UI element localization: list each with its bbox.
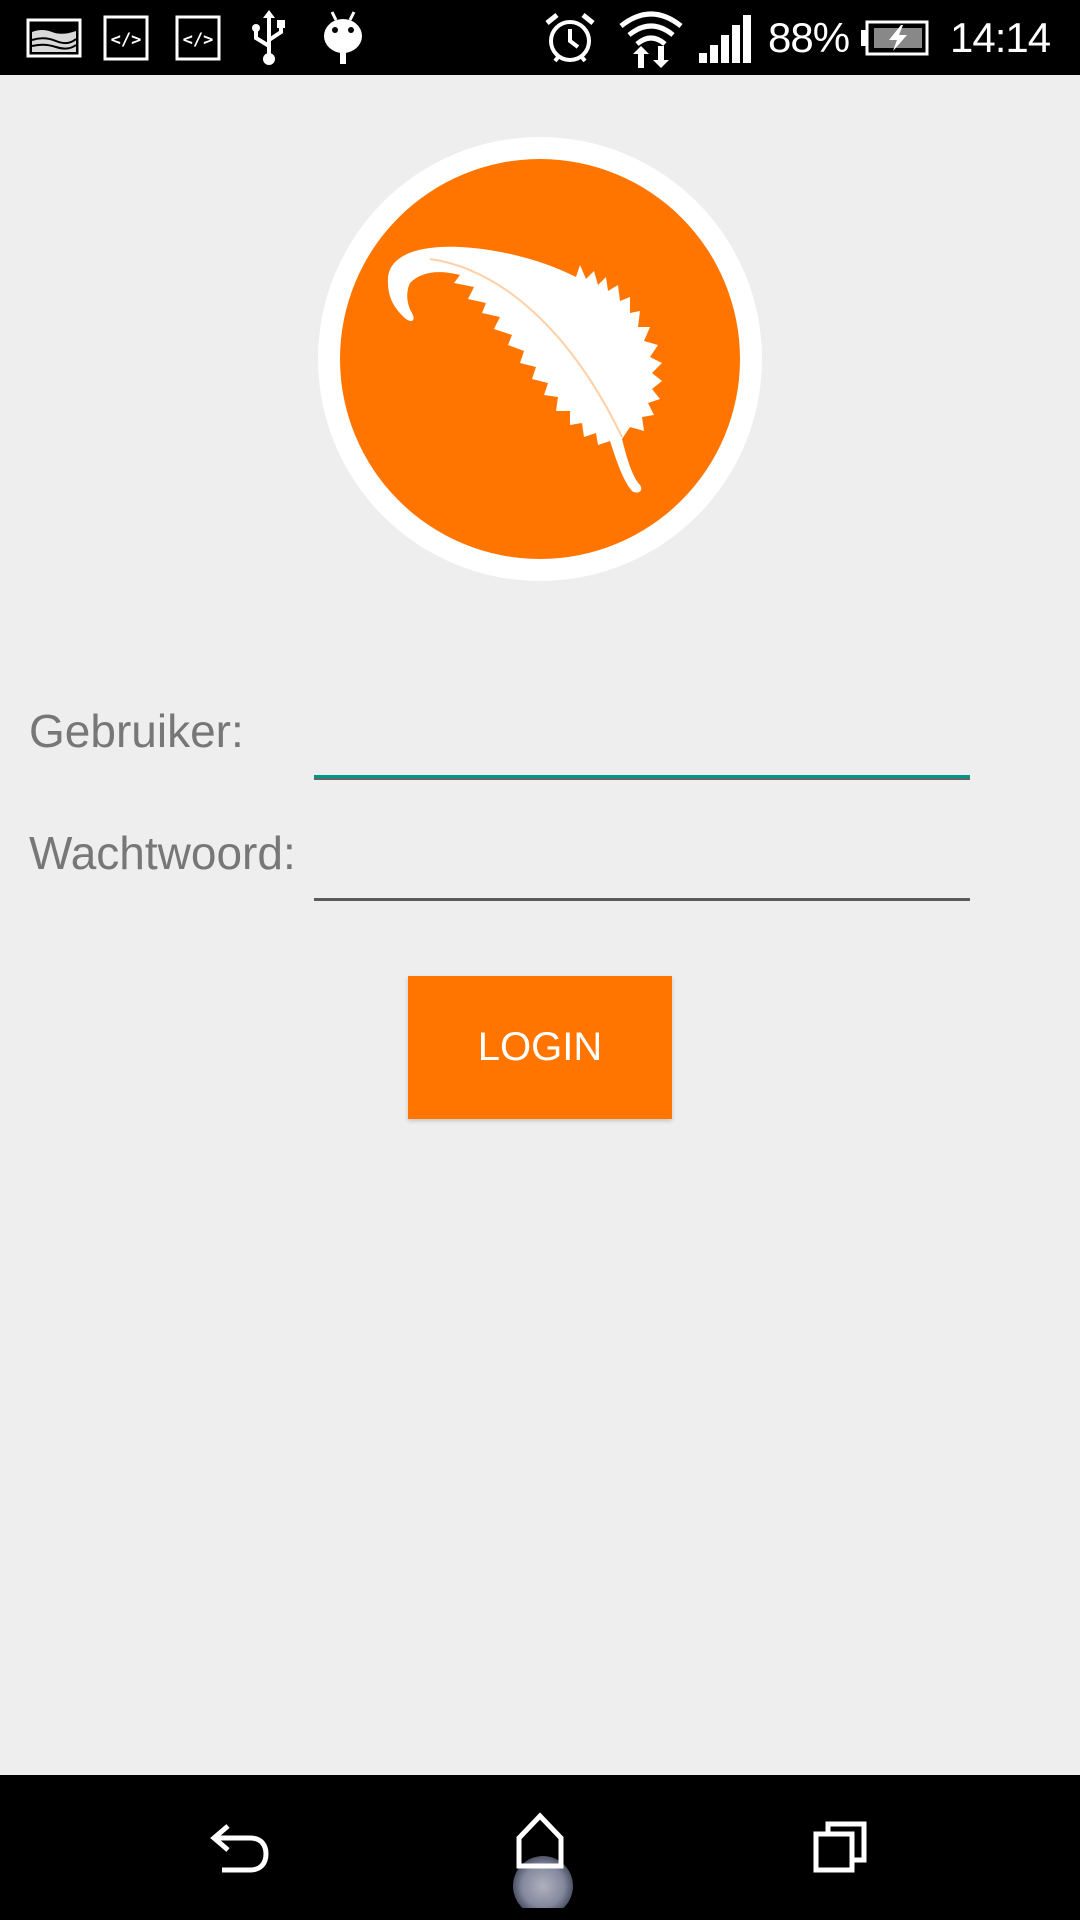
- feather-icon: [387, 246, 662, 493]
- svg-text:</>: </>: [183, 30, 214, 50]
- svg-text:</>: </>: [111, 30, 142, 50]
- username-input[interactable]: [314, 706, 970, 776]
- password-label: Wachtwoord:: [29, 827, 296, 879]
- logo-circle: [340, 159, 740, 559]
- wifi-icon: [618, 10, 684, 68]
- screenshot-icon: [25, 10, 83, 66]
- signal-icon: [696, 10, 756, 66]
- username-label: Gebruiker:: [29, 705, 244, 757]
- clock: 14:14: [950, 14, 1051, 61]
- app-logo: [318, 137, 762, 581]
- alarm-icon: [542, 10, 598, 66]
- password-underline: [314, 898, 970, 901]
- usb-icon: [244, 10, 294, 66]
- status-bar: </> </> 88% 14:14: [0, 0, 1080, 75]
- password-input[interactable]: [314, 828, 970, 898]
- recent-apps-icon[interactable]: [780, 1775, 900, 1920]
- navigation-bar: [0, 1775, 1080, 1920]
- username-underline: [314, 775, 970, 780]
- login-screen: </> </> 88% 14:14 Gebruiker: Wachtwoord:…: [0, 0, 1080, 1920]
- login-button[interactable]: LOGIN: [408, 976, 672, 1119]
- battery-percent: 88%: [768, 14, 850, 61]
- home-icon[interactable]: [480, 1775, 600, 1920]
- code-icon: </>: [102, 10, 150, 66]
- battery-charging-icon: [860, 10, 930, 66]
- back-icon[interactable]: [180, 1775, 300, 1920]
- code-icon: </>: [174, 10, 222, 66]
- android-debug-icon: [318, 10, 368, 66]
